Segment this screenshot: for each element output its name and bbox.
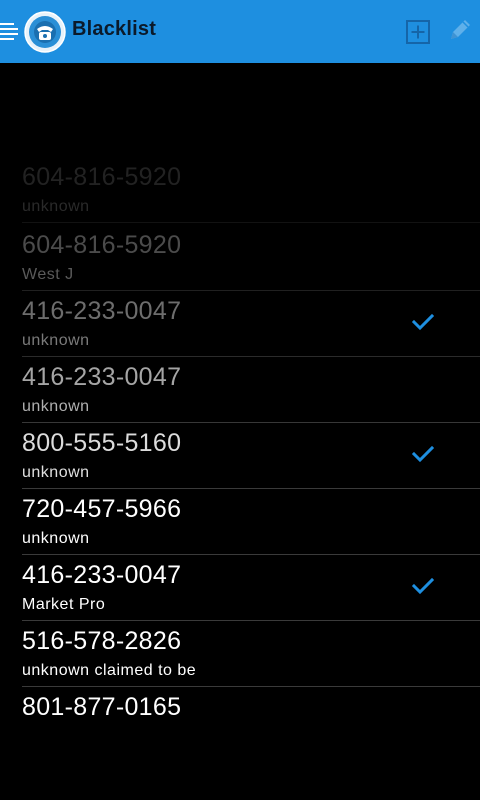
blacklist-list: 604-816-5920 unknown 604-816-5920 West J 416… bbox=[0, 63, 480, 800]
phone-number: 416-233-0047 bbox=[22, 561, 182, 589]
phone-number: 800-555-5160 bbox=[22, 429, 182, 457]
phone-number: 720-457-5966 bbox=[22, 495, 182, 523]
contact-name: West J bbox=[22, 266, 74, 283]
app-logo[interactable] bbox=[24, 11, 66, 53]
phone-number: 416-233-0047 bbox=[22, 363, 182, 391]
phone-number: 604-816-5920 bbox=[22, 163, 182, 191]
page-title: Blacklist bbox=[72, 18, 157, 40]
menu-icon[interactable] bbox=[0, 22, 20, 42]
contact-name: unknown bbox=[22, 464, 90, 481]
contact-name: unknown bbox=[22, 198, 90, 215]
contact-name: unknown bbox=[22, 398, 90, 415]
contact-name: unknown claimed to be bbox=[22, 662, 197, 679]
contact-name: unknown bbox=[22, 332, 90, 349]
edit-pencil-icon[interactable] bbox=[447, 17, 473, 43]
phone-number: 801-877-0165 bbox=[22, 693, 182, 721]
list-item[interactable]: 801-877-0165 bbox=[0, 687, 480, 753]
list-item[interactable]: 416-233-0047 unknown bbox=[0, 357, 480, 423]
app-root: Blacklist 604-816-5920 unknown 604-816-592… bbox=[0, 0, 480, 800]
add-button[interactable] bbox=[405, 19, 431, 45]
list-item[interactable]: 720-457-5966 unknown bbox=[0, 489, 480, 555]
check-icon[interactable] bbox=[412, 445, 434, 463]
check-icon[interactable] bbox=[412, 577, 434, 595]
list-item[interactable]: 604-816-5920 West J bbox=[0, 225, 480, 291]
list-item[interactable]: 516-578-2826 unknown claimed to be bbox=[0, 621, 480, 687]
row-divider bbox=[22, 222, 480, 223]
list-item[interactable]: 604-816-5920 unknown bbox=[0, 157, 480, 223]
contact-name: unknown bbox=[22, 530, 90, 547]
action-bar: Blacklist bbox=[0, 0, 480, 63]
phone-number: 416-233-0047 bbox=[22, 297, 182, 325]
check-icon[interactable] bbox=[412, 313, 434, 331]
list-item[interactable]: 416-233-0047 unknown bbox=[0, 291, 480, 357]
phone-number: 604-816-5920 bbox=[22, 231, 182, 259]
list-item[interactable]: 800-555-5160 unknown bbox=[0, 423, 480, 489]
list-item[interactable]: 416-233-0047 Market Pro bbox=[0, 555, 480, 621]
phone-number: 516-578-2826 bbox=[22, 627, 182, 655]
contact-name: Market Pro bbox=[22, 596, 106, 613]
